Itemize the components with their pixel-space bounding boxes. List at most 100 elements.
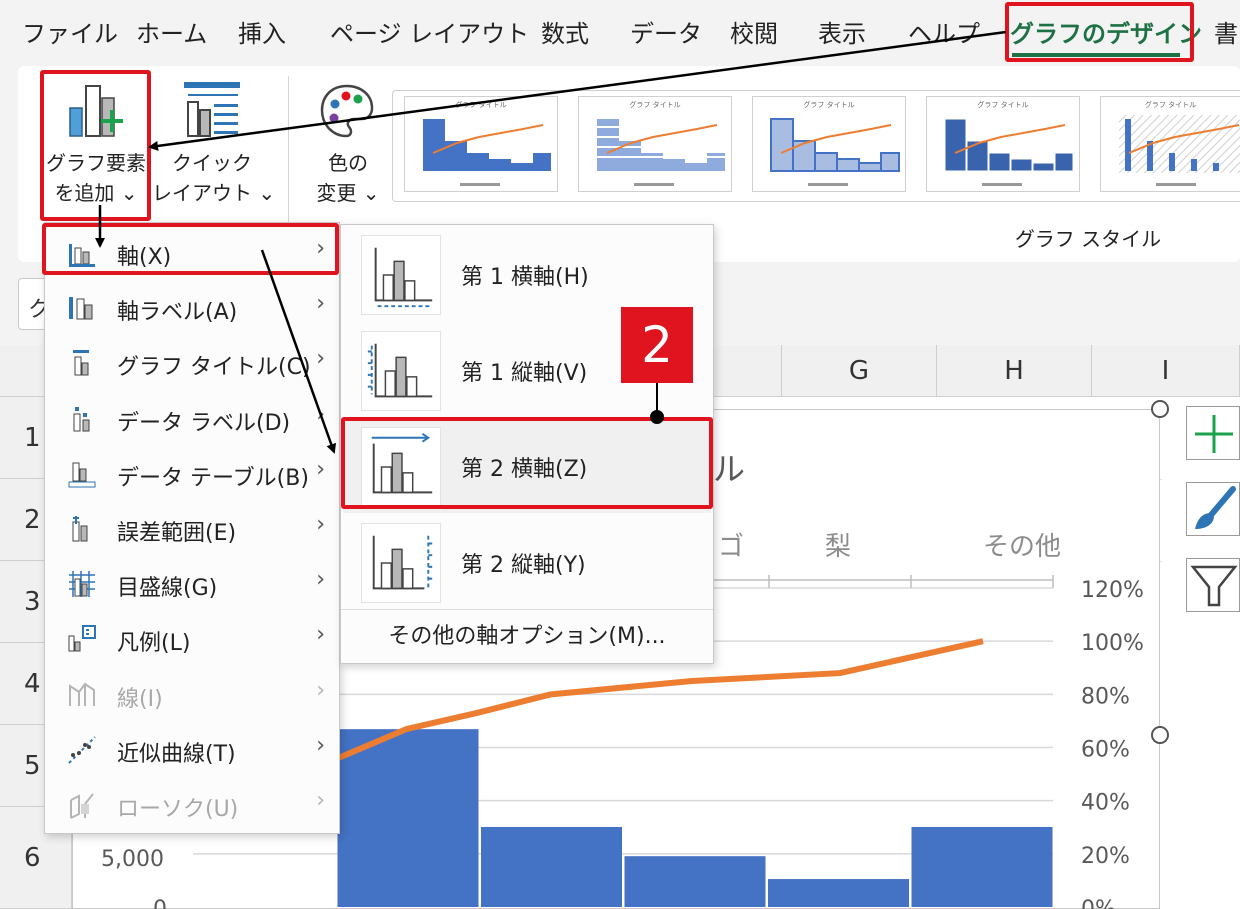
thumb-chart-4	[944, 118, 1074, 186]
plus-icon	[1195, 415, 1233, 453]
bar	[337, 729, 479, 907]
column-header-h[interactable]: H	[937, 345, 1092, 397]
highlight-secondary-horizontal	[341, 417, 713, 509]
quick-layout-label-2: レイアウト ⌄	[152, 181, 276, 205]
chart-style-thumb-3[interactable]: グラフ タイトル	[752, 96, 906, 192]
menu-item-label: データ ラベル(D)	[117, 410, 291, 436]
chart-filters-button[interactable]	[1186, 558, 1240, 612]
chevron-right-icon: ›	[316, 346, 325, 372]
menu-item-data-table[interactable]: データ テーブル(B) ›	[45, 446, 339, 501]
right-axis-label: 0%	[1081, 897, 1116, 909]
tab-formulas[interactable]: 数式	[541, 14, 589, 49]
tab-home[interactable]: ホーム	[136, 14, 207, 49]
tab-page-layout[interactable]: ページ レイアウト	[330, 14, 529, 49]
bar	[911, 826, 1053, 907]
submenu-item-secondary-vertical-axis[interactable]: 第 2 縦軸(Y)	[343, 517, 711, 609]
tab-data[interactable]: データ	[630, 14, 702, 49]
menu-item-data-labels[interactable]: データ ラベル(D) ›	[45, 391, 339, 446]
chart-title-fragment: ル	[713, 450, 745, 488]
chart-styles-group-label: グラフ スタイル	[1014, 227, 1162, 251]
left-axis-label: 0	[153, 897, 167, 909]
chevron-right-icon: ›	[316, 788, 325, 813]
data-table-icon	[68, 462, 96, 488]
more-axis-options[interactable]: その他の軸オプション(M)...	[341, 609, 713, 663]
menu-item-trendline[interactable]: 近似曲線(T) ›	[45, 722, 339, 777]
ribbon-separator	[288, 76, 289, 226]
chevron-right-icon: ›	[316, 622, 325, 648]
primary-horizontal-axis-icon-box	[361, 235, 441, 315]
tab-insert[interactable]: 挿入	[238, 14, 286, 49]
right-axis-label: 100%	[1081, 631, 1144, 656]
row-number: 1	[24, 422, 41, 453]
menu-item-label: 誤差範囲(E)	[117, 521, 237, 546]
chevron-right-icon: ›	[316, 567, 325, 593]
chevron-right-icon: ›	[316, 512, 325, 537]
bar	[624, 856, 766, 907]
filter-icon	[1190, 565, 1238, 607]
add-chart-element-menu: 軸(X) › 軸ラベル(A) › グラフ タイトル(C) › データ ラベル(D) › データ …	[44, 222, 340, 834]
tab-help[interactable]: ヘルプ	[908, 14, 980, 49]
secondary-vertical-axis-icon	[372, 535, 433, 590]
menu-item-axis-titles[interactable]: 軸ラベル(A) ›	[45, 280, 339, 335]
thumb-chart-3	[770, 118, 900, 186]
row-number: 6	[24, 842, 41, 873]
row-number: 4	[24, 668, 41, 699]
primary-vertical-axis-icon-box	[361, 331, 441, 411]
chart-style-thumb-4[interactable]: グラフ タイトル	[926, 96, 1080, 192]
menu-item-lines: 線(I) ›	[45, 667, 339, 722]
chart-style-thumb-1[interactable]: グラフ タイトル	[404, 96, 558, 192]
column-header-g[interactable]: G	[782, 345, 937, 397]
right-axis-label: 20%	[1081, 844, 1130, 869]
lines-icon	[69, 682, 95, 706]
chart-resize-handle-right[interactable]	[1151, 726, 1169, 744]
quick-layout-icon	[184, 82, 240, 137]
menu-item-error-bars[interactable]: 誤差範囲(E) ›	[45, 501, 339, 556]
change-colors-label-2: 変更 ⌄	[316, 181, 380, 205]
row-number: 3	[24, 586, 41, 617]
thumb-chart-1	[423, 119, 551, 186]
change-colors-button[interactable]: 色の 変更 ⌄	[300, 72, 396, 220]
chart-elements-button[interactable]	[1186, 406, 1240, 460]
highlight-axes-item	[42, 223, 339, 275]
top-axis-label: 梨	[825, 532, 851, 562]
tab-review[interactable]: 校閲	[730, 14, 778, 49]
chart-style-thumb-2[interactable]: グラフ タイトル	[578, 96, 732, 192]
gridlines-icon	[69, 571, 95, 598]
highlight-chart-design-tab	[1005, 2, 1194, 62]
quick-layout-label-1: クイック	[172, 151, 252, 175]
primary-horizontal-axis-icon	[374, 247, 433, 308]
menu-item-gridlines[interactable]: 目盛線(G) ›	[45, 556, 339, 611]
menu-item-legend[interactable]: 凡例(L) ›	[45, 611, 339, 666]
change-colors-label-1: 色の	[328, 151, 368, 175]
palette-icon	[320, 84, 374, 138]
submenu-item-label: 第 1 横軸(H)	[461, 265, 589, 290]
submenu-item-label: 第 1 縦軸(V)	[461, 361, 588, 386]
thumb-chart-2	[597, 119, 725, 186]
tab-overflow[interactable]: 書	[1214, 14, 1238, 49]
quick-layout-button[interactable]: クイック レイアウト ⌄	[152, 72, 276, 220]
menu-item-label: ローソク(U)	[117, 797, 239, 822]
menu-item-label: グラフ タイトル(C)	[117, 355, 311, 381]
highlight-add-element-button	[40, 70, 151, 221]
tab-file[interactable]: ファイル	[22, 14, 118, 49]
left-axis-label: 5,000	[101, 847, 164, 872]
tab-view[interactable]: 表示	[818, 14, 866, 49]
right-axis-label: 120%	[1081, 578, 1144, 603]
chart-style-thumb-5[interactable]: グラフ タイトル	[1100, 96, 1240, 192]
legend-icon	[68, 625, 96, 652]
primary-vertical-axis-icon	[367, 343, 433, 398]
chart-styles-button[interactable]	[1186, 482, 1240, 536]
bar	[481, 826, 622, 907]
top-axis-label: その他	[983, 532, 1061, 562]
chart-resize-handle-top-right[interactable]	[1151, 400, 1169, 418]
menu-item-chart-title[interactable]: グラフ タイトル(C) ›	[45, 335, 339, 390]
brush-icon	[1195, 486, 1236, 529]
column-header-i[interactable]: I	[1092, 345, 1240, 397]
menu-item-label: 近似曲線(T)	[117, 741, 236, 767]
thumb-chart-5	[1119, 115, 1240, 186]
up-down-bars-icon	[70, 793, 94, 819]
submenu-item-label: 第 2 縦軸(Y)	[461, 553, 586, 578]
menu-item-up-down-bars: ローソク(U) ›	[45, 777, 339, 832]
top-axis-label: ゴ	[718, 532, 744, 562]
menu-item-label: 軸ラベル(A)	[117, 300, 238, 326]
